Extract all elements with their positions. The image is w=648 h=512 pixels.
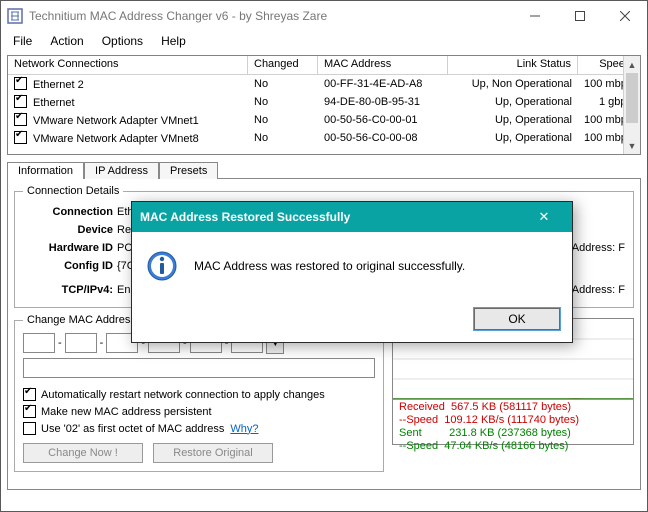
checkbox-auto-restart[interactable] [23, 388, 36, 401]
tab-ipaddress[interactable]: IP Address [84, 162, 159, 179]
maximize-button[interactable] [557, 2, 602, 31]
col-mac[interactable]: MAC Address [318, 56, 448, 74]
checkbox-persistent[interactable] [23, 405, 36, 418]
titlebar: Technitium MAC Address Changer v6 - by S… [1, 1, 647, 31]
info-icon [146, 250, 178, 282]
close-button[interactable] [602, 2, 647, 31]
dialog-close-button[interactable]: ✕ [524, 209, 564, 225]
tab-information[interactable]: Information [7, 162, 84, 179]
menu-action[interactable]: Action [42, 32, 91, 50]
label-tcp: TCP/IPv4: [23, 284, 117, 296]
grid-scrollbar[interactable]: ▲ ▼ [623, 56, 640, 154]
dialog-message: MAC Address was restored to original suc… [194, 259, 465, 273]
col-status[interactable]: Link Status [448, 56, 578, 74]
restore-success-dialog: MAC Address Restored Successfully ✕ MAC … [131, 201, 573, 343]
change-mac-legend: Change MAC Address [23, 314, 140, 326]
dialog-title: MAC Address Restored Successfully [140, 210, 350, 224]
menu-options[interactable]: Options [94, 32, 151, 50]
grid-header: Network Connections Changed MAC Address … [8, 56, 640, 75]
menu-help[interactable]: Help [153, 32, 194, 50]
label-hardware: Hardware ID [23, 242, 117, 254]
change-now-button[interactable]: Change Now ! [23, 443, 143, 463]
tab-presets[interactable]: Presets [159, 162, 218, 179]
stats-sspeed-value: 47.04 KB/s (48166 bytes) [444, 440, 568, 452]
menubar: File Action Options Help [1, 31, 647, 51]
app-icon [7, 8, 23, 24]
table-row[interactable]: Ethernet 2No00-FF-31-4E-AD-A8Up, Non Ope… [8, 75, 640, 93]
col-changed[interactable]: Changed [248, 56, 318, 74]
dialog-ok-button[interactable]: OK [474, 308, 560, 330]
menu-file[interactable]: File [5, 32, 40, 50]
tabstrip: Information IP Address Presets [7, 162, 641, 179]
stats-rspeed-label: --Speed [399, 414, 438, 426]
label-connection: Connection [23, 206, 117, 218]
checkbox-use02[interactable] [23, 422, 36, 435]
minimize-button[interactable] [512, 2, 557, 31]
main-window: Technitium MAC Address Changer v6 - by S… [0, 0, 648, 512]
label-auto-restart: Automatically restart network connection… [41, 389, 325, 401]
stats-received-value: 567.5 KB (581117 bytes) [451, 401, 571, 413]
stats-received-label: Received [399, 401, 445, 413]
col-connections[interactable]: Network Connections [8, 56, 248, 74]
scroll-thumb[interactable] [626, 73, 638, 123]
mac-vendor-combo[interactable] [23, 358, 375, 378]
connections-grid[interactable]: Network Connections Changed MAC Address … [7, 55, 641, 155]
row-checkbox[interactable] [14, 77, 27, 90]
mac-seg-1[interactable] [23, 333, 55, 353]
row-checkbox[interactable] [14, 131, 27, 144]
table-row[interactable]: VMware Network Adapter VMnet8No00-50-56-… [8, 129, 640, 147]
why-link[interactable]: Why? [230, 423, 258, 435]
row-checkbox[interactable] [14, 95, 27, 108]
mac-seg-2[interactable] [65, 333, 97, 353]
row-checkbox[interactable] [14, 113, 27, 126]
table-row[interactable]: VMware Network Adapter VMnet1No00-50-56-… [8, 111, 640, 129]
scroll-down-icon[interactable]: ▼ [624, 137, 640, 154]
window-title: Technitium MAC Address Changer v6 - by S… [29, 9, 327, 23]
restore-original-button[interactable]: Restore Original [153, 443, 273, 463]
stats-sent-value: 231.8 KB (237368 bytes) [449, 427, 571, 439]
label-device: Device [23, 224, 117, 236]
label-use02: Use '02' as first octet of MAC address [41, 423, 224, 435]
stats-sent-label: Sent [399, 427, 422, 439]
stats-rspeed-value: 109.12 KB/s (111740 bytes) [444, 414, 579, 426]
scroll-up-icon[interactable]: ▲ [624, 56, 640, 73]
label-config: Config ID [23, 260, 117, 272]
label-persistent: Make new MAC address persistent [41, 406, 212, 418]
dialog-titlebar[interactable]: MAC Address Restored Successfully ✕ [132, 202, 572, 232]
connection-details-legend: Connection Details [23, 185, 123, 197]
table-row[interactable]: EthernetNo94-DE-80-0B-95-31Up, Operation… [8, 93, 640, 111]
stats-sspeed-label: --Speed [399, 440, 438, 452]
